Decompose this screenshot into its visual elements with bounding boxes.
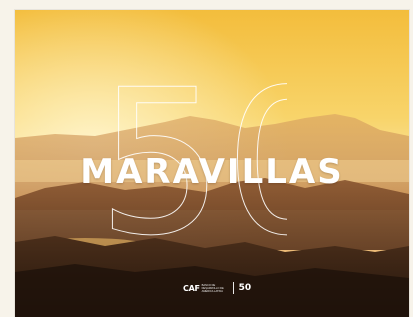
caf-mark: CAF [183,283,200,293]
anniversary-50-logo: 50 [238,283,252,293]
logo-divider [232,282,234,294]
caf-logo: CAF BANCO DE DESARROLLO DE AMÉRICA LATIN… [183,284,228,293]
footer-logos: CAF BANCO DE DESARROLLO DE AMÉRICA LATIN… [183,282,251,294]
caf-tagline: BANCO DE DESARROLLO DE AMÉRICA LATINA [201,283,224,293]
cover-title: MARAVILLAS [80,152,344,192]
book-cover: 50 MARAVILLAS CAF BANCO DE DESARROLLO DE… [15,10,409,317]
